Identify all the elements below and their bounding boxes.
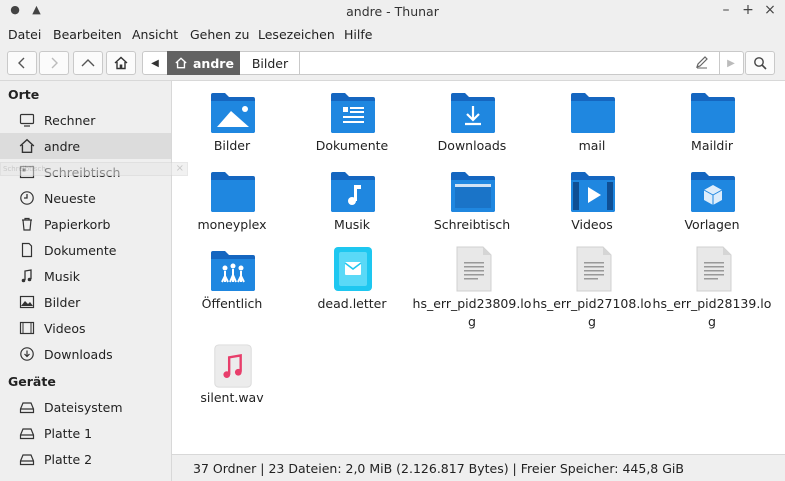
edit-path-icon[interactable] [695,55,709,72]
image-icon [19,294,35,310]
window-title: andre - Thunar [346,4,439,19]
folder-pictures-icon [211,93,255,133]
sidebar-item-rechner[interactable]: Rechner [0,107,171,133]
sidebar-item-platte-2[interactable]: Platte 2 [0,446,171,472]
sidebar-item-platte-1[interactable]: Platte 1 [0,420,171,446]
file-item-hs-err-23809[interactable]: hs_err_pid23809.log [412,245,532,329]
drive-icon [19,425,35,441]
status-bar: 37 Ordner | 23 Dateien: 2,0 MiB (2.126.8… [172,454,785,481]
music-note-icon [19,268,35,284]
forward-button[interactable] [39,51,69,75]
chevron-up-icon [81,59,95,67]
sidebar-item-downloads[interactable]: Downloads [0,341,171,367]
maximize-icon[interactable]: + [739,2,757,18]
audio-file-icon [214,344,252,388]
status-text: 37 Ordner | 23 Dateien: 2,0 MiB (2.126.8… [193,461,684,476]
close-icon[interactable]: × [761,2,779,18]
menu-ansicht[interactable]: Ansicht [132,27,178,42]
up-button[interactable] [73,51,103,75]
file-item-hs-err-27108[interactable]: hs_err_pid27108.log [532,245,652,329]
minimize-icon[interactable]: – [717,2,735,18]
sidebar-item-musik[interactable]: Musik [0,263,171,289]
folder-documents-icon [331,93,375,133]
document-icon [19,242,35,258]
toolbar: ◀ andre Bilder ▶ [0,46,785,81]
folder-download-icon [451,93,495,133]
sidebar-item-videos[interactable]: Videos [0,315,171,341]
video-icon [19,320,35,336]
file-item-dokumente[interactable]: Dokumente [292,91,412,161]
path-segment-andre[interactable]: andre [167,51,240,75]
home-icon [114,56,128,70]
menu-bar: Datei Bearbeiten Ansicht Gehen zu Leseze… [0,24,785,46]
file-item-moneyplex[interactable]: moneyplex [172,170,292,240]
sidebar-section-places: Orte [8,87,40,102]
home-button[interactable] [106,51,136,75]
sidebar-item-bilder[interactable]: Bilder [0,289,171,315]
sidebar-item-andre[interactable]: andre [0,133,171,159]
sidebar-item-papierkorb[interactable]: Papierkorb [0,211,171,237]
clock-icon [19,190,35,206]
trash-icon [19,216,35,232]
menu-datei[interactable]: Datei [8,27,41,42]
drive-icon [19,451,35,467]
text-file-icon [576,246,612,292]
folder-music-icon [331,172,375,212]
file-item-mail[interactable]: mail [532,91,652,161]
menu-gehen-zu[interactable]: Gehen zu [190,27,249,42]
file-item-silent-wav[interactable]: silent.wav [172,343,292,413]
ghost-close-icon: × [175,163,184,174]
file-view: Bilder Dokumente Downloads mail Maildir … [172,81,785,453]
file-item-bilder[interactable]: Bilder [172,91,292,161]
file-item-musik[interactable]: Musik [292,170,412,240]
home-icon [175,57,187,69]
folder-desktop-icon [451,172,495,212]
file-item-maildir[interactable]: Maildir [652,91,772,161]
title-bar: ● ▲ andre - Thunar – + × [0,0,785,24]
computer-icon [19,112,35,128]
text-file-icon [696,246,732,292]
path-segment-bilder[interactable]: Bilder [241,52,300,74]
chevron-left-icon [18,57,25,69]
path-scroll-right-button[interactable]: ▶ [719,52,742,74]
sidebar-section-devices: Geräte [8,374,56,389]
sidebar-item-dokumente[interactable]: Dokumente [0,237,171,263]
path-bar: ◀ andre Bilder ▶ [142,51,744,75]
folder-templates-icon [691,172,735,212]
file-item-videos[interactable]: Videos [532,170,652,240]
folder-icon [691,93,735,133]
file-item-vorlagen[interactable]: Vorlagen [652,170,772,240]
sidebar: Orte Rechner andre Schreibtisch Neueste … [0,81,172,481]
search-icon [754,57,767,70]
file-item-hs-err-28139[interactable]: hs_err_pid28139.log [652,245,772,329]
mail-file-icon [334,247,372,291]
download-icon [19,346,35,362]
drag-ghost: Schreibtisch × [0,162,188,176]
drive-icon [19,399,35,415]
folder-icon [211,172,255,212]
file-item-downloads[interactable]: Downloads [412,91,532,161]
path-scroll-left-button[interactable]: ◀ [143,52,167,74]
file-item-schreibtisch[interactable]: Schreibtisch [412,170,532,240]
sidebar-item-neueste[interactable]: Neueste [0,185,171,211]
home-icon [19,138,35,154]
back-button[interactable] [7,51,37,75]
menu-lesezeichen[interactable]: Lesezeichen [258,27,335,42]
folder-icon [571,93,615,133]
file-item-dead-letter[interactable]: dead.letter [292,245,412,319]
file-item-oeffentlich[interactable]: Öffentlich [172,249,292,319]
sidebar-item-dateisystem[interactable]: Dateisystem [0,394,171,420]
menu-hilfe[interactable]: Hilfe [344,27,372,42]
folder-public-icon [211,251,255,291]
chevron-right-icon [51,57,58,69]
search-button[interactable] [745,51,775,75]
thunar-window: ● ▲ andre - Thunar – + × Datei Bearbeite… [0,0,785,481]
text-file-icon [456,246,492,292]
folder-videos-icon [571,172,615,212]
menu-bearbeiten[interactable]: Bearbeiten [53,27,122,42]
